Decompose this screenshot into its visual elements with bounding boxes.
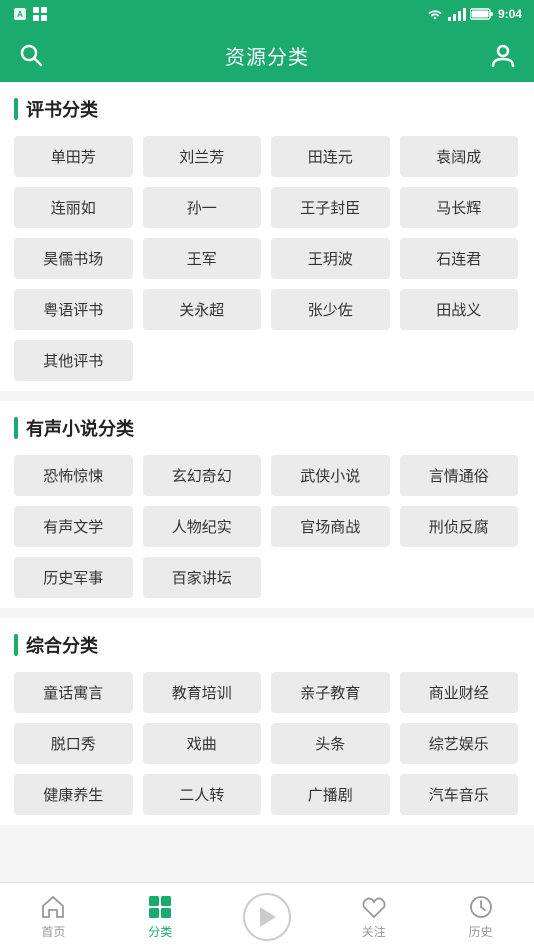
user-icon[interactable] (490, 42, 516, 68)
tag-item[interactable]: 健康养生 (14, 774, 133, 815)
section-title: 综合分类 (26, 632, 98, 658)
status-left: A (12, 6, 48, 22)
nav-item-play[interactable] (214, 883, 321, 950)
tag-item[interactable]: 昊儒书场 (14, 238, 133, 279)
section-header: 综合分类 (14, 632, 520, 658)
tag-grid: 恐怖惊悚玄幻奇幻武侠小说言情通俗有声文学人物纪实官场商战刑侦反腐历史军事百家讲坛 (14, 455, 520, 598)
section-accent-bar (14, 634, 18, 656)
tag-item[interactable]: 连丽如 (14, 187, 133, 228)
tag-item[interactable]: 戏曲 (143, 723, 262, 764)
section-header: 评书分类 (14, 96, 520, 122)
section-youshengxiaoshuofenlei: 有声小说分类恐怖惊悚玄幻奇幻武侠小说言情通俗有声文学人物纪实官场商战刑侦反腐历史… (0, 401, 534, 608)
tag-item[interactable]: 单田芳 (14, 136, 133, 177)
tag-item[interactable]: 汽车音乐 (400, 774, 519, 815)
tag-item[interactable]: 广播剧 (271, 774, 390, 815)
tag-item[interactable]: 头条 (271, 723, 390, 764)
tag-grid: 单田芳刘兰芳田连元袁阔成连丽如孙一王子封臣马长辉昊儒书场王军王玥波石连君粤语评书… (14, 136, 520, 381)
app-icon (32, 6, 48, 22)
svg-text:A: A (17, 10, 23, 19)
section-title: 评书分类 (26, 96, 98, 122)
tag-item[interactable]: 武侠小说 (271, 455, 390, 496)
status-right: 9:04 (426, 7, 522, 21)
tag-item[interactable]: 张少佐 (271, 289, 390, 330)
tag-item[interactable]: 亲子教育 (271, 672, 390, 713)
tag-item[interactable]: 关永超 (143, 289, 262, 330)
tag-item[interactable]: 其他评书 (14, 340, 133, 381)
tag-item[interactable]: 教育培训 (143, 672, 262, 713)
tag-item[interactable]: 官场商战 (271, 506, 390, 547)
tag-item[interactable]: 田战义 (400, 289, 519, 330)
battery-icon (470, 7, 494, 21)
status-bar: A 9:04 (0, 0, 534, 28)
nav-follow-label: 关注 (362, 923, 386, 940)
section-accent-bar (14, 98, 18, 120)
category-icon (147, 894, 173, 920)
section-zonghefenlei: 综合分类童话寓言教育培训亲子教育商业财经脱口秀戏曲头条综艺娱乐健康养生二人转广播… (0, 618, 534, 825)
section-header: 有声小说分类 (14, 415, 520, 441)
tag-item[interactable]: 马长辉 (400, 187, 519, 228)
tag-item[interactable]: 玄幻奇幻 (143, 455, 262, 496)
tag-item[interactable]: 粤语评书 (14, 289, 133, 330)
tag-item[interactable]: 石连君 (400, 238, 519, 279)
tag-item[interactable]: 王军 (143, 238, 262, 279)
time-display: 9:04 (498, 7, 522, 21)
nav-item-home[interactable]: 首页 (0, 883, 107, 950)
tag-item[interactable]: 言情通俗 (400, 455, 519, 496)
history-icon (468, 894, 494, 920)
nav-item-follow[interactable]: 关注 (320, 883, 427, 950)
content-area: 评书分类单田芳刘兰芳田连元袁阔成连丽如孙一王子封臣马长辉昊儒书场王军王玥波石连君… (0, 82, 534, 905)
follow-icon (361, 894, 387, 920)
play-button[interactable] (243, 893, 291, 941)
tag-item[interactable]: 人物纪实 (143, 506, 262, 547)
tag-item[interactable]: 有声文学 (14, 506, 133, 547)
tag-item[interactable]: 孙一 (143, 187, 262, 228)
play-triangle-icon (260, 907, 276, 927)
tag-item[interactable]: 王玥波 (271, 238, 390, 279)
tag-item[interactable]: 综艺娱乐 (400, 723, 519, 764)
nav-home-label: 首页 (41, 923, 65, 940)
page-title: 资源分类 (225, 41, 309, 70)
section-accent-bar (14, 417, 18, 439)
tag-item[interactable]: 刘兰芳 (143, 136, 262, 177)
tag-item[interactable]: 恐怖惊悚 (14, 455, 133, 496)
tag-item[interactable]: 脱口秀 (14, 723, 133, 764)
tag-item[interactable]: 二人转 (143, 774, 262, 815)
section-title: 有声小说分类 (26, 415, 134, 441)
tag-grid: 童话寓言教育培训亲子教育商业财经脱口秀戏曲头条综艺娱乐健康养生二人转广播剧汽车音… (14, 672, 520, 815)
home-icon (40, 894, 66, 920)
signal-icon (448, 7, 466, 21)
tag-item[interactable]: 田连元 (271, 136, 390, 177)
section-pingshufenlei: 评书分类单田芳刘兰芳田连元袁阔成连丽如孙一王子封臣马长辉昊儒书场王军王玥波石连君… (0, 82, 534, 391)
search-icon[interactable] (18, 42, 44, 68)
tag-item[interactable]: 袁阔成 (400, 136, 519, 177)
top-bar: 资源分类 (0, 28, 534, 82)
bottom-nav: 首页 分类 关注 历史 (0, 882, 534, 950)
tag-item[interactable]: 刑侦反腐 (400, 506, 519, 547)
nav-history-label: 历史 (469, 923, 493, 940)
notification-icon: A (12, 6, 28, 22)
tag-item[interactable]: 童话寓言 (14, 672, 133, 713)
nav-category-label: 分类 (148, 923, 172, 940)
nav-item-history[interactable]: 历史 (427, 883, 534, 950)
wifi-icon (426, 7, 444, 21)
tag-item[interactable]: 王子封臣 (271, 187, 390, 228)
tag-item[interactable]: 历史军事 (14, 557, 133, 598)
tag-item[interactable]: 百家讲坛 (143, 557, 262, 598)
tag-item[interactable]: 商业财经 (400, 672, 519, 713)
nav-item-category[interactable]: 分类 (107, 883, 214, 950)
